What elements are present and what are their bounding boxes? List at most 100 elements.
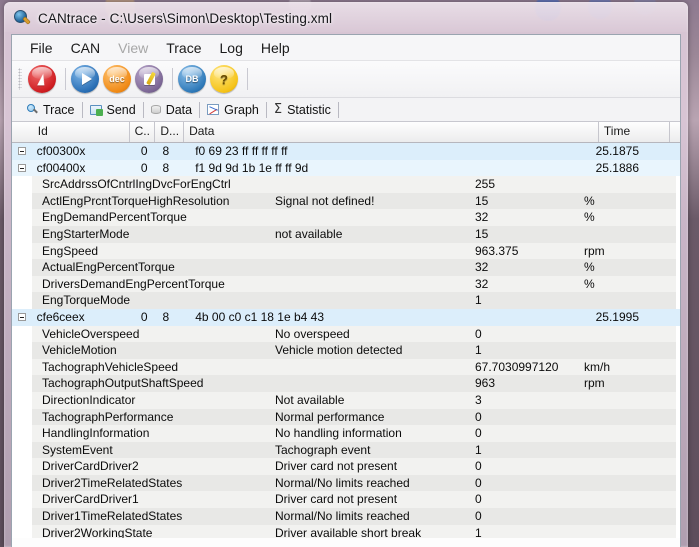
signal-value: 0 bbox=[475, 326, 482, 341]
table-row[interactable]: Driver2WorkingState Driver available shor… bbox=[12, 524, 680, 538]
signal-unit bbox=[584, 409, 676, 426]
message-data: 4b 00 c0 c1 18 1e b4 43 bbox=[195, 309, 324, 324]
signal-gutter bbox=[12, 391, 32, 409]
table-row[interactable]: HandlingInformation No handling informati… bbox=[12, 425, 680, 442]
column-header-dlc[interactable]: D... bbox=[155, 122, 185, 142]
signal-row-pad bbox=[676, 425, 680, 442]
signal-value: 963 bbox=[475, 376, 496, 391]
expand-toggle[interactable] bbox=[12, 143, 33, 160]
signal-unit: rpm bbox=[584, 376, 605, 391]
decimal-toggle-button[interactable]: dec bbox=[103, 65, 131, 93]
menu-item-trace[interactable]: Trace bbox=[157, 38, 210, 58]
column-header-data[interactable]: Data bbox=[184, 122, 599, 142]
table-row[interactable]: cf00400x 0 8 f1 9d 9d 1b 1e ff ff 9d 25.1886 bbox=[12, 159, 680, 177]
signal-value: 0 bbox=[475, 459, 482, 474]
edit-button[interactable] bbox=[135, 65, 163, 93]
tab-divider-5 bbox=[337, 101, 339, 118]
signal-value: 15 bbox=[475, 226, 489, 241]
table-row[interactable]: VehicleOverspeed No overspeed 0 bbox=[12, 325, 680, 343]
signal-value: 0 bbox=[475, 509, 482, 524]
signal-value: 32 bbox=[475, 276, 489, 291]
table-row[interactable]: cfe6ceex 0 8 4b 00 c0 c1 18 1e b4 43 25.1995 bbox=[12, 308, 680, 326]
signal-description bbox=[275, 259, 475, 276]
table-row[interactable]: DriversDemandEngPercentTorque 32% bbox=[12, 275, 680, 293]
column-header-count[interactable]: C.. bbox=[130, 122, 156, 142]
expand-toggle[interactable] bbox=[12, 160, 33, 177]
table-row[interactable]: VehicleMotion Vehicle motion detected 1 bbox=[12, 342, 680, 359]
menu-item-log[interactable]: Log bbox=[211, 38, 252, 58]
signal-name: DriverCardDriver2 bbox=[42, 459, 139, 474]
row-tail bbox=[666, 309, 680, 326]
toolbar-grip[interactable] bbox=[18, 68, 22, 90]
table-row[interactable]: EngSpeed 963.375 rpm bbox=[12, 242, 680, 260]
signal-gutter bbox=[12, 508, 32, 525]
collapse-box-icon[interactable] bbox=[18, 163, 27, 172]
note-pencil-icon bbox=[143, 73, 155, 85]
signal-description: not available bbox=[275, 226, 343, 241]
tab-statistic[interactable]: Σ Statistic bbox=[267, 99, 338, 120]
signal-value: 32 bbox=[475, 260, 489, 275]
help-button[interactable]: ? bbox=[210, 65, 238, 93]
table-row[interactable]: SrcAddrssOfCntrlIngDvcForEngCtrl 255 bbox=[12, 176, 680, 193]
title-bar[interactable]: CANtrace - C:\Users\Simon\Desktop\Testin… bbox=[4, 2, 688, 34]
tab-data-label: Data bbox=[165, 102, 193, 117]
database-button[interactable]: DB bbox=[178, 65, 206, 93]
column-header-id[interactable]: Id bbox=[33, 122, 130, 142]
signal-unit bbox=[584, 491, 676, 508]
table-row[interactable]: SystemEvent Tachograph event 1 bbox=[12, 441, 680, 459]
signal-row-pad bbox=[676, 342, 680, 359]
table-row[interactable]: DriverCardDriver1 Driver card not present… bbox=[12, 491, 680, 509]
table-row[interactable]: EngDemandPercentTorque 32% bbox=[12, 209, 680, 226]
signal-unit bbox=[584, 176, 676, 193]
table-row[interactable]: DriverCardDriver2 Driver card not present… bbox=[12, 458, 680, 475]
signal-unit: % bbox=[584, 210, 595, 225]
expand-toggle[interactable] bbox=[12, 309, 33, 326]
signal-description: Vehicle motion detected bbox=[275, 343, 403, 358]
menu-item-can[interactable]: CAN bbox=[62, 38, 110, 58]
signal-value: 0 bbox=[475, 426, 482, 441]
signal-gutter bbox=[12, 491, 32, 509]
signal-name: EngTorqueMode bbox=[42, 293, 131, 308]
menu-item-file[interactable]: File bbox=[21, 38, 62, 58]
table-row[interactable]: cf00300x 0 8 f0 69 23 ff ff ff ff ff 25.1875 bbox=[12, 143, 680, 160]
tab-trace[interactable]: Trace bbox=[20, 99, 82, 120]
signal-description: Driver available short break bbox=[275, 525, 422, 538]
signal-name: Driver1TimeRelatedStates bbox=[42, 509, 183, 524]
signal-value: 0 bbox=[475, 409, 482, 424]
database-cylinder-icon bbox=[150, 104, 161, 115]
tab-data[interactable]: Data bbox=[144, 99, 199, 120]
menu-item-help[interactable]: Help bbox=[252, 38, 299, 58]
menu-item-view[interactable]: View bbox=[109, 38, 157, 58]
signal-gutter bbox=[12, 242, 32, 260]
tab-graph[interactable]: Graph bbox=[200, 99, 266, 120]
tab-graph-label: Graph bbox=[224, 102, 259, 117]
table-row[interactable]: Driver2TimeRelatedStates Normal/No limits… bbox=[12, 474, 680, 492]
table-row[interactable]: TachographPerformance Normal performance 0 bbox=[12, 408, 680, 426]
signal-row-pad bbox=[676, 292, 680, 309]
table-row[interactable]: EngStarterMode not available 15 bbox=[12, 225, 680, 243]
search-icon bbox=[27, 104, 38, 115]
signal-row-pad bbox=[676, 259, 680, 276]
magnifier-icon bbox=[14, 9, 31, 27]
collapse-box-icon[interactable] bbox=[18, 147, 27, 155]
tab-send[interactable]: Send bbox=[83, 99, 143, 120]
start-trace-button[interactable] bbox=[71, 65, 99, 93]
collapse-box-icon[interactable] bbox=[18, 312, 27, 321]
connect-button[interactable] bbox=[28, 65, 56, 93]
table-row[interactable]: DirectionIndicator Not available 3 bbox=[12, 391, 680, 409]
table-row[interactable]: EngTorqueMode 1 bbox=[12, 292, 680, 309]
grid-header-row: Id C.. D... Data Time bbox=[12, 122, 680, 143]
column-header-extra[interactable] bbox=[670, 122, 680, 142]
column-header-time[interactable]: Time bbox=[599, 122, 671, 142]
signal-name: TachographPerformance bbox=[42, 409, 174, 424]
signal-gutter bbox=[12, 458, 32, 475]
table-row[interactable]: ActualEngPercentTorque 32% bbox=[12, 259, 680, 276]
table-row[interactable]: TachographOutputShaftSpeed 963 rpm bbox=[12, 375, 680, 392]
signal-value: 255 bbox=[475, 177, 496, 192]
table-row[interactable]: TachographVehicleSpeed 67.7030997120 km/h bbox=[12, 358, 680, 376]
table-row[interactable]: ActlEngPrcntTorqueHighResolution Signal n… bbox=[12, 192, 680, 210]
signal-name: VehicleOverspeed bbox=[42, 326, 140, 341]
table-row[interactable]: Driver1TimeRelatedStates Normal/No limits… bbox=[12, 508, 680, 525]
menu-bar: File CAN View Trace Log Help bbox=[12, 35, 680, 61]
tab-statistic-label: Statistic bbox=[287, 102, 331, 117]
